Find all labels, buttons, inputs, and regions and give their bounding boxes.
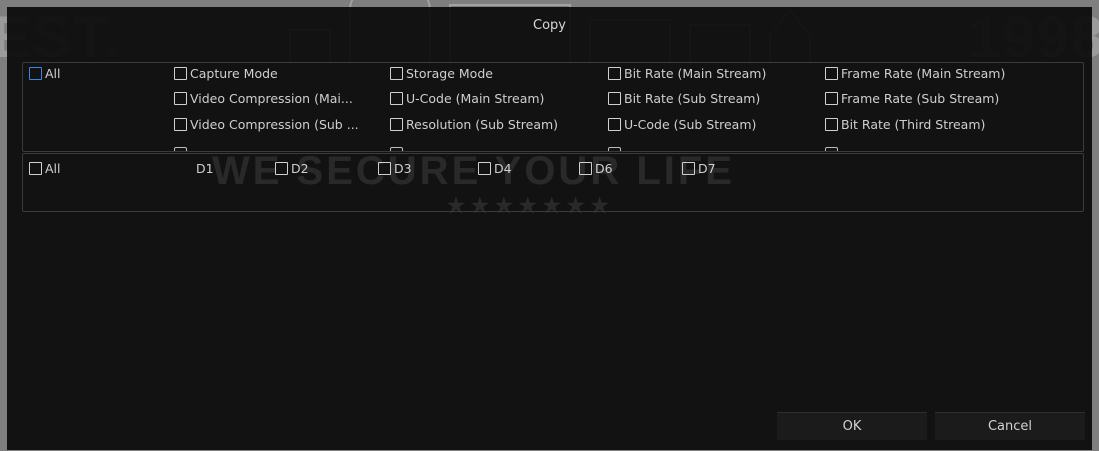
param-framerate-main-checkbox[interactable]: Frame Rate (Main Stream): [825, 66, 1005, 81]
checkbox-icon[interactable]: [608, 118, 621, 131]
param-resolution-sub-checkbox[interactable]: Resolution (Sub Stream): [390, 117, 558, 132]
checkbox-icon[interactable]: [29, 162, 42, 175]
param-capture-mode-checkbox[interactable]: Capture Mode: [174, 66, 278, 81]
checkbox-peek-icon: [825, 147, 838, 151]
param-label: Resolution (Sub Stream): [406, 117, 559, 132]
param-framerate-sub-checkbox[interactable]: Frame Rate (Sub Stream): [825, 91, 999, 106]
param-label: Capture Mode: [190, 66, 278, 81]
param-storage-mode-checkbox[interactable]: Storage Mode: [390, 66, 493, 81]
checkbox-icon[interactable]: [478, 162, 491, 175]
param-all-label: All: [45, 66, 61, 81]
param-label: Video Compression (Sub ...: [190, 117, 359, 132]
channel-d3-checkbox[interactable]: D3: [378, 161, 412, 176]
param-label: Bit Rate (Main Stream): [624, 66, 767, 81]
checkbox-icon[interactable]: [174, 67, 187, 80]
channel-label: D7: [698, 161, 716, 176]
param-label: U-Code (Main Stream): [406, 91, 545, 106]
checkbox-icon[interactable]: [174, 92, 187, 105]
checkbox-icon[interactable]: [29, 67, 42, 80]
param-ucode-main-checkbox[interactable]: U-Code (Main Stream): [390, 91, 544, 106]
channel-d4-checkbox[interactable]: D4: [478, 161, 512, 176]
checkbox-icon[interactable]: [174, 118, 187, 131]
checkbox-peek-icon: [174, 147, 187, 151]
checkbox-peek-icon: [390, 147, 403, 151]
checkbox-icon[interactable]: [390, 118, 403, 131]
checkbox-icon[interactable]: [608, 92, 621, 105]
channel-label: D1: [196, 161, 214, 176]
param-ucode-sub-checkbox[interactable]: U-Code (Sub Stream): [608, 117, 756, 132]
checkbox-icon[interactable]: [825, 118, 838, 131]
param-label: U-Code (Sub Stream): [624, 117, 757, 132]
checkbox-icon[interactable]: [390, 92, 403, 105]
channel-all-checkbox[interactable]: All: [29, 161, 61, 176]
channel-label: D2: [291, 161, 309, 176]
checkbox-icon[interactable]: [579, 162, 592, 175]
checkbox-icon[interactable]: [682, 162, 695, 175]
channel-d1-checkbox: D1: [180, 161, 214, 176]
param-video-compression-main-checkbox[interactable]: Video Compression (Mai...: [174, 91, 353, 106]
channel-all-label: All: [45, 161, 61, 176]
param-label: Storage Mode: [406, 66, 493, 81]
checkbox-disabled-icon: [180, 162, 193, 175]
checkbox-icon[interactable]: [275, 162, 288, 175]
checkbox-icon[interactable]: [608, 67, 621, 80]
param-label: Bit Rate (Sub Stream): [624, 91, 761, 106]
copy-dialog: Copy WE SECURE YOUR LIFE ★★★★★★★ All Cap…: [7, 7, 1092, 450]
copy-channels-panel: All D1 D2 D3 D4 D6 D7: [22, 153, 1084, 212]
param-video-compression-sub-checkbox[interactable]: Video Compression (Sub ...: [174, 117, 359, 132]
checkbox-icon[interactable]: [378, 162, 391, 175]
channel-d2-checkbox[interactable]: D2: [275, 161, 309, 176]
checkbox-peek-icon: [608, 147, 621, 151]
checkbox-icon[interactable]: [825, 92, 838, 105]
param-label: Frame Rate (Sub Stream): [841, 91, 1000, 106]
param-bitrate-sub-checkbox[interactable]: Bit Rate (Sub Stream): [608, 91, 760, 106]
param-label: Video Compression (Mai...: [190, 91, 353, 106]
checkbox-icon[interactable]: [390, 67, 403, 80]
param-label: Bit Rate (Third Stream): [841, 117, 986, 132]
cancel-button[interactable]: Cancel: [935, 412, 1085, 440]
channel-d7-checkbox[interactable]: D7: [682, 161, 716, 176]
param-bitrate-third-checkbox[interactable]: Bit Rate (Third Stream): [825, 117, 985, 132]
channel-label: D6: [595, 161, 613, 176]
param-bitrate-main-checkbox[interactable]: Bit Rate (Main Stream): [608, 66, 766, 81]
channel-label: D3: [394, 161, 412, 176]
channel-d6-checkbox[interactable]: D6: [579, 161, 613, 176]
copy-parameters-panel: All Capture Mode Storage Mode Bit Rate (…: [22, 62, 1084, 152]
checkbox-icon[interactable]: [825, 67, 838, 80]
param-all-checkbox[interactable]: All: [29, 66, 61, 81]
channel-label: D4: [494, 161, 512, 176]
param-label: Frame Rate (Main Stream): [841, 66, 1006, 81]
dialog-title: Copy: [533, 17, 566, 33]
ok-button[interactable]: OK: [777, 412, 927, 440]
